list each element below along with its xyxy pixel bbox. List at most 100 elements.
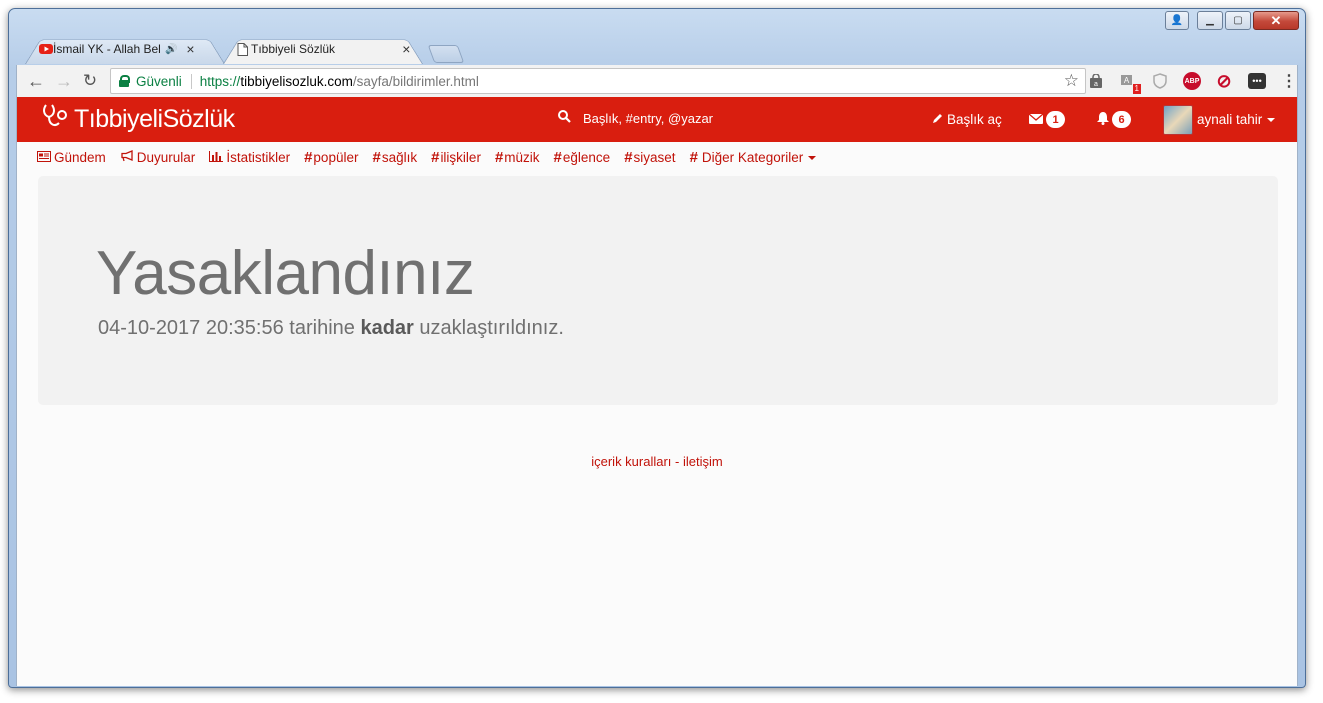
envelope-icon [1028, 112, 1044, 127]
category-label: popüler [313, 150, 359, 165]
hashtag-icon: # [431, 149, 440, 166]
tab-tibbiyeli[interactable]: Tıbbiyeli Sözlük × [223, 34, 423, 64]
category-istatistikler[interactable]: İstatistikler [209, 150, 290, 165]
extension-badge: 1 [1132, 84, 1141, 94]
notifications-count-badge: 6 [1112, 111, 1131, 128]
page-icon [237, 43, 248, 59]
new-topic-label: Başlık aç [947, 112, 1002, 127]
hashtag-icon: # [494, 149, 504, 166]
web-page: TıbbiyeliSözlük Başlık aç 1 [16, 97, 1298, 686]
tab-title: İsmail YK - Allah Belan [53, 42, 161, 56]
category-gundem[interactable]: Gündem [37, 150, 106, 165]
messages-button[interactable]: 1 [1028, 97, 1065, 142]
other-categories-dropdown[interactable]: # Diğer Kategoriler [690, 149, 817, 166]
search-icon [558, 110, 571, 126]
block-icon[interactable]: ⊘ [1214, 71, 1234, 91]
bell-icon [1097, 111, 1109, 128]
ban-text-after: uzaklaştırıldınız. [419, 317, 564, 339]
adblock-plus-icon[interactable]: ABP [1183, 72, 1201, 90]
ban-text-bold: kadar [360, 317, 414, 339]
site-header: TıbbiyeliSözlük Başlık aç 1 [17, 97, 1297, 142]
category-iliskiler[interactable]: # ilişkiler [431, 149, 481, 166]
search-input[interactable] [583, 110, 783, 126]
bar-chart-icon [209, 150, 224, 165]
user-menu[interactable]: aynali tahir [1163, 97, 1276, 142]
ban-date: 04-10-2017 20:35:56 [98, 317, 284, 339]
svg-text:a: a [1094, 81, 1098, 88]
category-label: İstatistikler [226, 150, 291, 165]
megaphone-icon [120, 150, 134, 165]
browser-toolbar: ← → ↻ Güvenli https:// tibbiyelisozluk.c… [16, 65, 1298, 97]
new-tab-button[interactable] [427, 45, 465, 63]
category-label: ilişkiler [440, 150, 481, 165]
bookmark-star-icon[interactable]: ☆ [1064, 71, 1079, 91]
back-button[interactable]: ← [25, 70, 47, 92]
site-logo[interactable]: TıbbiyeliSözlük [41, 103, 235, 136]
url-scheme: https:// [199, 73, 241, 89]
ban-message: 04-10-2017 20:35:56 tarihine kadar uzakl… [98, 317, 564, 340]
close-tab-icon[interactable]: × [183, 41, 197, 57]
category-bar: Gündem Duyurular İstatistikler # popüler … [37, 149, 830, 166]
category-label: eğlence [562, 150, 611, 165]
category-label: müzik [504, 150, 540, 165]
audio-playing-icon[interactable]: 🔊 [165, 44, 177, 55]
hashtag-icon: # [624, 149, 633, 166]
chevron-down-icon [1267, 117, 1276, 122]
ban-text-before: tarihine [289, 317, 355, 339]
user-profile-icon[interactable]: 👤 [1165, 11, 1189, 30]
category-label: sağlık [381, 150, 418, 165]
url-host: tibbiyelisozluk.com [240, 73, 353, 89]
translate-extension-icon[interactable]: A 1 [1118, 71, 1141, 94]
category-muzik[interactable]: # müzik [495, 149, 540, 166]
shield-icon[interactable] [1150, 71, 1170, 91]
logo-text: TıbbiyeliSözlük [74, 105, 235, 133]
category-populer[interactable]: # popüler [304, 149, 358, 166]
svg-text:A: A [1124, 76, 1130, 85]
category-saglik[interactable]: # sağlık [372, 149, 417, 166]
pencil-icon [932, 112, 943, 127]
category-eglence[interactable]: # eğlence [554, 149, 611, 166]
lock-icon [119, 75, 130, 87]
content-rules-link[interactable]: içerik kuralları [591, 454, 671, 469]
hashtag-icon: # [553, 149, 562, 166]
contact-link[interactable]: iletişim [683, 454, 723, 469]
minimize-button[interactable]: ▁ [1197, 11, 1223, 30]
username: aynali tahir [1197, 112, 1263, 127]
other-categories-label: Diğer Kategoriler [701, 150, 804, 165]
tab-youtube[interactable]: İsmail YK - Allah Belan 🔊 × [25, 34, 225, 64]
ban-notice-panel: Yasaklandınız 04-10-2017 20:35:56 tarihi… [38, 176, 1278, 405]
category-duyurular[interactable]: Duyurular [120, 150, 196, 165]
hashtag-icon: # [689, 149, 698, 166]
tab-strip: İsmail YK - Allah Belan 🔊 × Tıbbiyeli Sö… [21, 34, 921, 64]
close-tab-icon[interactable]: × [400, 41, 413, 57]
security-label: Güvenli [136, 73, 192, 89]
new-topic-link[interactable]: Başlık aç [932, 97, 1002, 142]
browser-window: 👤 ▁ ▢ ✕ İsmail YK - Allah Belan 🔊 × Tıbb… [8, 8, 1306, 688]
url-path: /sayfa/bildirimler.html [352, 73, 479, 89]
messages-count-badge: 1 [1046, 111, 1065, 128]
address-bar[interactable]: Güvenli https:// tibbiyelisozluk.com /sa… [110, 68, 1086, 94]
category-label: siyaset [633, 150, 676, 165]
category-siyaset[interactable]: # siyaset [624, 149, 675, 166]
more-extension-icon[interactable]: ••• [1248, 73, 1266, 89]
shopping-bag-icon[interactable]: a [1086, 71, 1106, 91]
reload-button[interactable]: ↻ [79, 70, 101, 92]
stethoscope-icon [41, 103, 69, 136]
tab-title: Tıbbiyeli Sözlük [251, 42, 336, 56]
browser-menu-icon[interactable]: ⋮ [1279, 71, 1299, 91]
close-window-button[interactable]: ✕ [1253, 11, 1299, 30]
notifications-button[interactable]: 6 [1097, 97, 1131, 142]
avatar [1163, 104, 1193, 135]
page-footer: içerik kuralları - iletişim [17, 454, 1297, 469]
category-label: Duyurular [136, 150, 196, 165]
window-controls: 👤 ▁ ▢ ✕ [1165, 11, 1299, 30]
forward-button[interactable]: → [53, 70, 75, 92]
youtube-icon [39, 43, 53, 57]
site-search[interactable] [558, 110, 783, 126]
newspaper-icon [37, 150, 51, 165]
chevron-down-icon [808, 155, 817, 160]
ban-title: Yasaklandınız [96, 239, 475, 308]
footer-separator: - [675, 454, 680, 469]
maximize-button[interactable]: ▢ [1225, 11, 1251, 30]
hashtag-icon: # [372, 149, 381, 166]
